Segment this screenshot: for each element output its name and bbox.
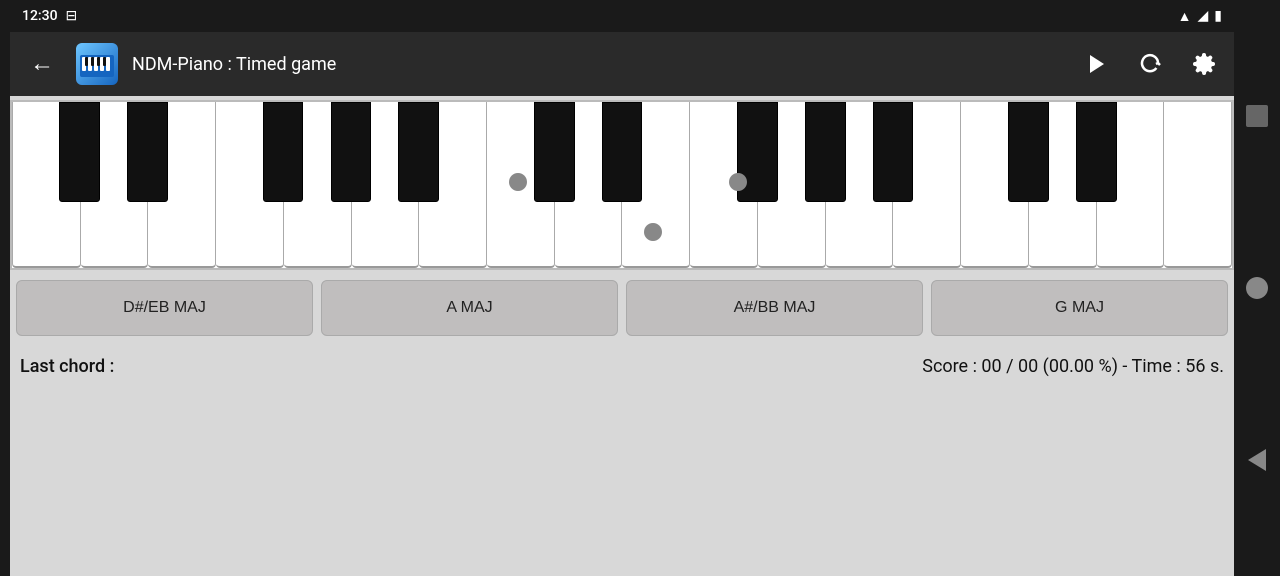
- app-icon: [76, 43, 118, 85]
- time-display: 12:30: [22, 8, 58, 24]
- white-key-16[interactable]: [1097, 102, 1165, 268]
- white-key-12[interactable]: [826, 102, 894, 268]
- white-key-4[interactable]: [284, 102, 352, 268]
- sim-icon: ⊟: [66, 8, 78, 24]
- status-bar-left: 12:30 ⊟: [22, 8, 77, 24]
- indicator-dot-1: [509, 173, 527, 191]
- indicator-dot-3: [644, 223, 662, 241]
- white-key-10[interactable]: [690, 102, 758, 268]
- white-key-6[interactable]: [419, 102, 487, 268]
- white-key-14[interactable]: [961, 102, 1029, 268]
- play-button[interactable]: [1078, 46, 1114, 82]
- white-key-3[interactable]: [216, 102, 284, 268]
- header-actions: [1078, 46, 1222, 82]
- white-key-11[interactable]: [758, 102, 826, 268]
- right-bar-back-icon: [1248, 449, 1266, 471]
- chord-button-dsharp[interactable]: D#/EB MAJ: [16, 280, 313, 336]
- white-key-17[interactable]: [1164, 102, 1232, 268]
- play-icon: [1090, 55, 1104, 73]
- white-key-0[interactable]: [12, 102, 81, 268]
- refresh-button[interactable]: [1132, 46, 1168, 82]
- white-key-2[interactable]: [148, 102, 216, 268]
- wifi-icon: ▲: [1178, 8, 1192, 25]
- signal-icon: ◢: [1198, 8, 1209, 24]
- score-time-label: Score : 00 / 00 (00.00 %) - Time : 56 s.: [922, 356, 1224, 377]
- battery-icon: ▮: [1214, 8, 1222, 24]
- app-icon-piano: [76, 43, 118, 85]
- last-chord-label: Last chord :: [20, 356, 114, 377]
- white-key-1[interactable]: [81, 102, 149, 268]
- back-button[interactable]: ←: [22, 46, 62, 82]
- bottom-status: Last chord : Score : 00 / 00 (00.00 %) -…: [10, 346, 1234, 383]
- settings-icon: [1192, 52, 1216, 76]
- app-title: NDM-Piano : Timed game: [132, 54, 1064, 75]
- white-key-13[interactable]: [893, 102, 961, 268]
- piano-container[interactable]: [10, 100, 1234, 270]
- left-bar: [0, 0, 10, 576]
- chord-buttons-area: D#/EB MAJ A MAJ A#/BB MAJ G MAJ: [10, 270, 1234, 346]
- back-icon: ←: [30, 50, 54, 77]
- app-header: ← NDM-Piano : Timed game: [10, 32, 1234, 96]
- white-key-9[interactable]: [622, 102, 690, 268]
- indicator-dot-2: [729, 173, 747, 191]
- chord-button-g[interactable]: G MAJ: [931, 280, 1228, 336]
- main-content: 12:30 ⊟ ▲ ◢ ▮ ←: [10, 0, 1234, 576]
- refresh-arrow: [1156, 63, 1160, 65]
- right-bar-square-icon: [1246, 105, 1268, 127]
- status-bar-right: ▲ ◢ ▮: [1178, 8, 1222, 25]
- white-key-5[interactable]: [352, 102, 420, 268]
- right-bar-circle-icon: [1246, 277, 1268, 299]
- chord-button-asharp[interactable]: A#/BB MAJ: [626, 280, 923, 336]
- settings-button[interactable]: [1186, 46, 1222, 82]
- chord-button-a[interactable]: A MAJ: [321, 280, 618, 336]
- piano-keys: [12, 102, 1232, 268]
- right-sidebar: [1234, 0, 1280, 576]
- status-bar: 12:30 ⊟ ▲ ◢ ▮: [10, 0, 1234, 32]
- white-key-15[interactable]: [1029, 102, 1097, 268]
- white-key-8[interactable]: [555, 102, 623, 268]
